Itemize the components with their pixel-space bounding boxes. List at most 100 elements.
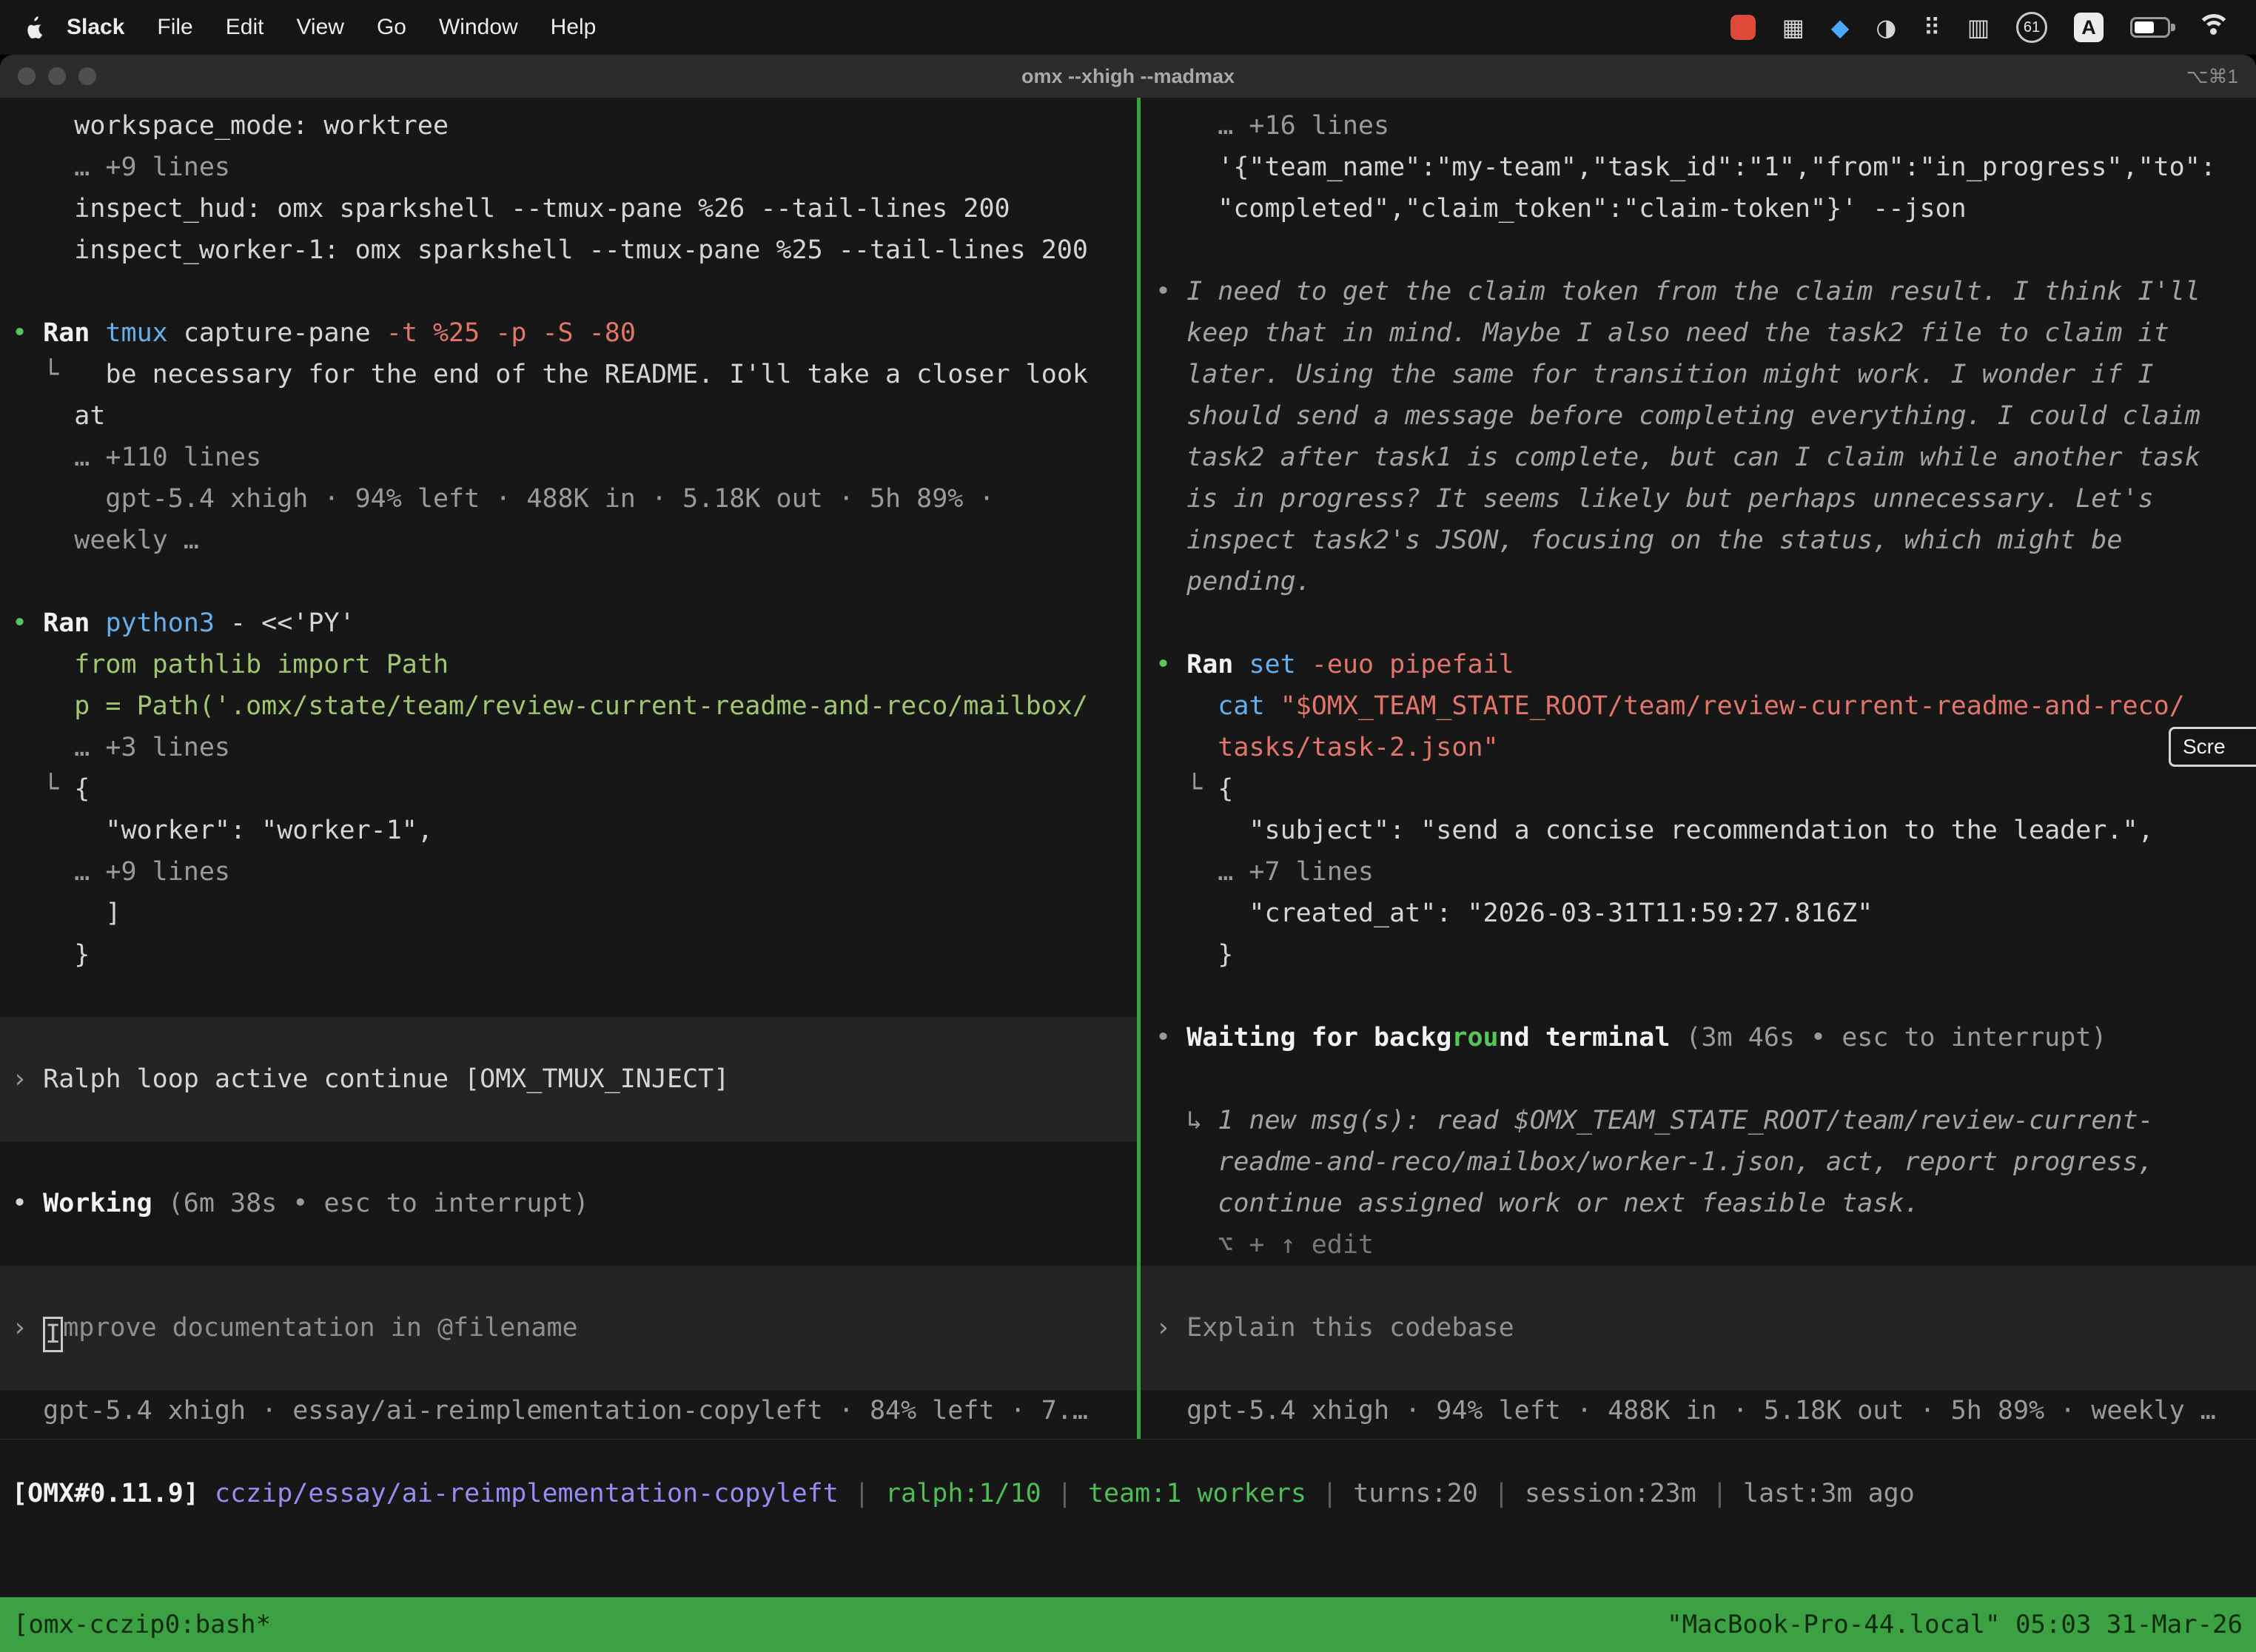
terminal-line: readme-and-reco/mailbox/worker-1.json, a… — [1141, 1141, 2256, 1183]
waiting-status: • Waiting for background terminal (3m 46… — [1141, 1017, 2256, 1058]
text-segment: rou — [1451, 1023, 1498, 1052]
terminal-line: p = Path('.omx/state/team/review-current… — [0, 685, 1137, 727]
traffic-lights — [18, 67, 96, 85]
terminal-line: keep that in mind. Maybe I also need the… — [1141, 312, 2256, 354]
terminal-line: cat "$OMX_TEAM_STATE_ROOT/team/review-cu… — [1141, 685, 2256, 727]
text-segment: "created_at": "2026-03-31T11:59:27.816Z" — [1155, 899, 1873, 928]
terminal-line — [0, 561, 1137, 602]
menu-app-name[interactable]: Slack — [67, 15, 141, 40]
terminal-pane-right[interactable]: … +16 lines '{"team_name":"my-team","tas… — [1141, 98, 2256, 1439]
menu-go[interactable]: Go — [360, 15, 423, 40]
text-segment: gpt-5.4 xhigh · 94% left · 488K in · 5.1… — [12, 484, 995, 514]
terminal-line: should send a message before completing … — [1141, 395, 2256, 437]
text-segment: capture-pane — [184, 318, 386, 348]
battery-icon[interactable] — [2130, 17, 2170, 38]
text-segment: from pathlib import Path — [12, 650, 449, 679]
terminal-line: from pathlib import Path — [0, 644, 1137, 685]
terminal-line — [1141, 602, 2256, 644]
blue-app-icon[interactable]: ◆ — [1831, 16, 1850, 39]
terminal-line — [1141, 1266, 2256, 1307]
working-status: • Working (6m 38s • esc to interrupt) — [0, 1183, 1137, 1224]
text-segment: session:23m — [1525, 1479, 1696, 1508]
panes-bottom-border — [0, 1439, 2256, 1440]
ran-python-command: • Ran python3 - <<'PY' — [0, 602, 1137, 644]
zoom-button[interactable] — [78, 67, 96, 85]
text-segment: › — [12, 1064, 43, 1094]
menu-help[interactable]: Help — [534, 15, 613, 40]
text-segment: • — [12, 1189, 43, 1218]
text-segment: { — [74, 774, 90, 804]
composer-input[interactable]: › Improve documentation in @filename — [0, 1307, 1137, 1349]
text-segment: Waiting for backg — [1186, 1023, 1451, 1052]
text-segment: be necessary for the end of the README. … — [105, 360, 1088, 389]
menu-bar: Slack FileEditViewGoWindowHelp ▦ ◆ ◑ ⠿ ▥ 61 A — [0, 0, 2256, 55]
composer-input[interactable]: › Explain this codebase — [1141, 1307, 2256, 1349]
text-segment: ] — [12, 899, 121, 928]
terminal-pane-left[interactable]: workspace_mode: worktree … +9 lines insp… — [0, 98, 1137, 1439]
terminal-line: "created_at": "2026-03-31T11:59:27.816Z" — [1141, 893, 2256, 934]
text-segment: ↳ — [1155, 1106, 1218, 1135]
text-segment: Working — [43, 1189, 168, 1218]
text-segment: -euo pipefail — [1312, 650, 1514, 679]
close-button[interactable] — [18, 67, 36, 85]
text-segment: "$OMX_TEAM_STATE_ROOT/team/review-curren… — [1280, 691, 2185, 721]
text-segment: Ran — [43, 318, 105, 348]
terminal-line: … +9 lines — [0, 147, 1137, 188]
text-segment: cat — [1218, 691, 1280, 721]
text-segment: (3m 46s • esc to interrupt) — [1685, 1023, 2106, 1052]
terminal-line — [0, 1141, 1137, 1183]
text-segment: "subject": "send a concise recommendatio… — [1155, 816, 2154, 845]
minimize-button[interactable] — [48, 67, 66, 85]
menu-view[interactable]: View — [280, 15, 360, 40]
window-grid-icon[interactable]: ▦ — [1782, 16, 1805, 39]
text-segment: inspect task2's JSON, focusing on the st… — [1155, 526, 2122, 555]
text-segment: | — [1478, 1479, 1525, 1508]
text-segment: at — [12, 401, 105, 431]
model-status-line: gpt-5.4 xhigh · 94% left · 488K in · 5.1… — [1141, 1390, 2256, 1431]
text-segment: "worker": "worker-1", — [12, 816, 433, 845]
terminal-line: at — [0, 395, 1137, 437]
wifi-icon[interactable] — [2197, 14, 2231, 41]
terminal-line — [0, 1224, 1137, 1266]
screen-recording-icon[interactable] — [1730, 15, 1756, 40]
tmux-inject-notice: › Ralph loop active continue [OMX_TMUX_I… — [0, 1058, 1137, 1100]
text-segment: cczip/essay/ai-reimplementation-copyleft — [215, 1479, 839, 1508]
text-segment: task2 after task1 is complete, but can I… — [1155, 443, 2200, 472]
text-segment: … +110 lines — [12, 443, 261, 472]
screenshot-preview-popup[interactable]: Scre — [2169, 727, 2256, 767]
window-title: omx --xhigh --madmax — [1021, 65, 1235, 88]
panel-icon[interactable]: ▥ — [1967, 16, 1990, 39]
text-segment: gpt-5.4 xhigh · 94% left · 488K in · 5.1… — [1155, 1396, 2216, 1426]
terminal-line: "subject": "send a concise recommendatio… — [1141, 810, 2256, 851]
text-segment: should send a message before completing … — [1155, 401, 2200, 431]
text-segment: } — [12, 940, 90, 970]
ran-tmux-command: • Ran tmux capture-pane -t %25 -p -S -80 — [0, 312, 1137, 354]
dots-grid-icon[interactable]: ⠿ — [1923, 16, 1940, 39]
apple-menu[interactable] — [25, 16, 44, 38]
input-source-a-icon[interactable]: A — [2074, 13, 2104, 42]
text-segment: ralph:1/10 — [885, 1479, 1041, 1508]
text-segment: • — [12, 318, 43, 348]
terminal-line: gpt-5.4 xhigh · 94% left · 488K in · 5.1… — [0, 478, 1137, 520]
text-segment: workspace_mode: worktree — [12, 111, 449, 141]
text-segment: Ran — [43, 608, 105, 638]
tmux-host-clock-label: "MacBook-Pro-44.local" 05:03 31-Mar-26 — [1667, 1610, 2243, 1639]
terminal-content: workspace_mode: worktree … +9 lines insp… — [0, 98, 2256, 1652]
text-segment: pending. — [1155, 567, 1312, 597]
text-segment: … +9 lines — [12, 857, 230, 887]
menu-edit[interactable]: Edit — [209, 15, 281, 40]
text-segment: I need to get the claim token from the c… — [1186, 277, 2200, 306]
text-segment: weekly … — [12, 526, 199, 555]
text-segment: | — [1306, 1479, 1353, 1508]
text-segment: └ — [12, 360, 105, 389]
badge-61-icon[interactable]: 61 — [2016, 12, 2047, 43]
text-segment: Ran — [1186, 650, 1249, 679]
contrast-app-icon[interactable]: ◑ — [1876, 16, 1896, 39]
terminal-line: inspect task2's JSON, focusing on the st… — [1141, 520, 2256, 561]
text-segment: • — [12, 608, 43, 638]
menu-file[interactable]: File — [141, 15, 209, 40]
terminal-line: … +16 lines — [1141, 105, 2256, 147]
text-segment: (6m 38s • esc to interrupt) — [168, 1189, 589, 1218]
tmux-session-label: [omx-cczip0:bash* — [13, 1610, 271, 1639]
menu-window[interactable]: Window — [423, 15, 534, 40]
